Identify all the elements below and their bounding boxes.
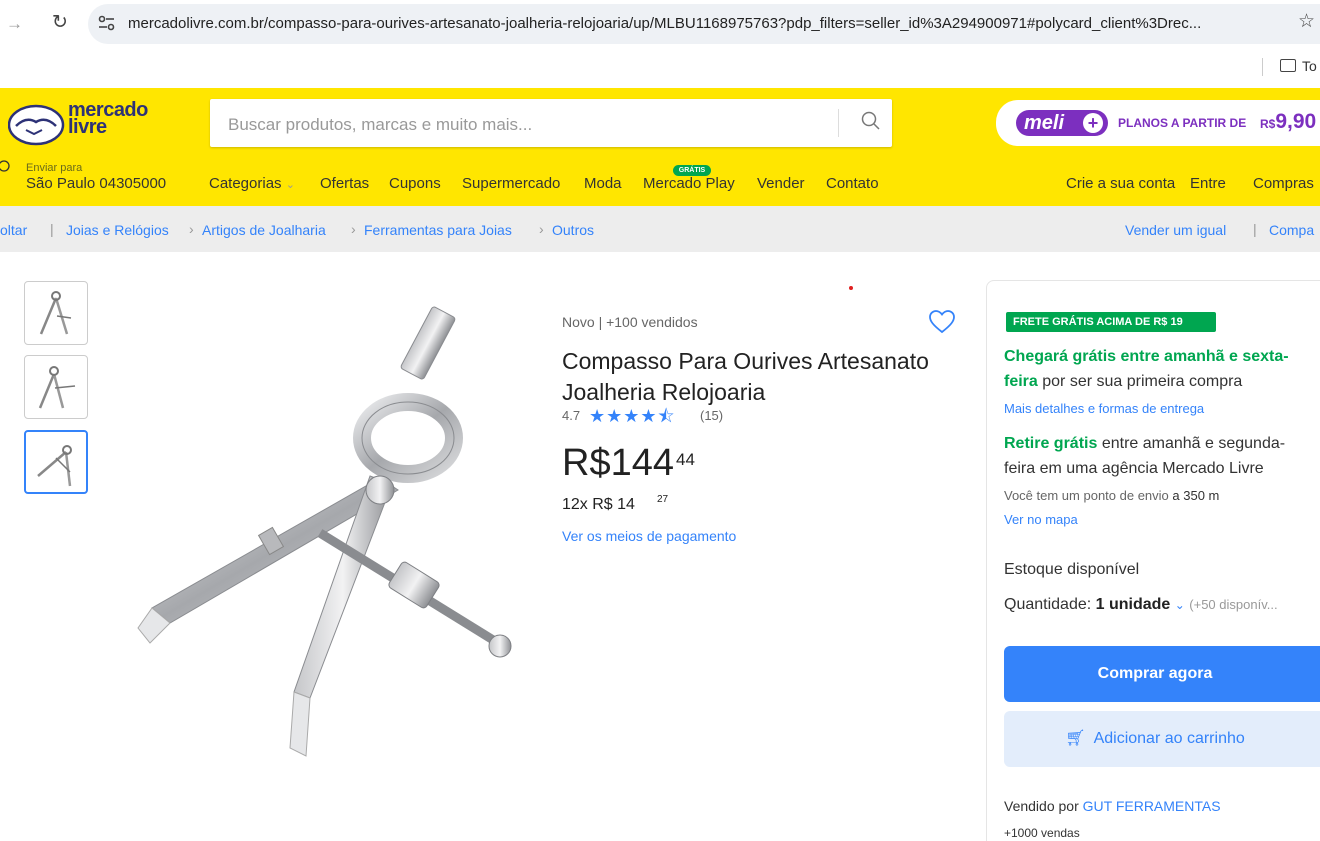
rating-value: 4.7 — [562, 408, 581, 423]
breadcrumb-item[interactable]: Artigos de Joalharia — [202, 222, 326, 238]
add-to-cart-button[interactable]: 🛒︎ Adicionar ao carrinho — [1004, 711, 1320, 767]
nav-moda[interactable]: Moda — [584, 175, 622, 192]
price-cents: 44 — [676, 450, 695, 469]
chevron-down-icon: ⌄ — [285, 179, 295, 191]
compass-thumbnail-image — [37, 445, 72, 487]
installment-cents: 27 — [657, 494, 669, 505]
rating-count[interactable]: (15) — [700, 408, 723, 423]
folder-icon[interactable] — [1280, 59, 1296, 72]
favorite-heart-icon[interactable] — [929, 310, 955, 334]
site-settings-icon[interactable] — [96, 14, 118, 32]
location-pin-icon[interactable] — [0, 160, 14, 176]
compass-thumbnail-image — [39, 291, 72, 335]
red-dot — [849, 286, 853, 290]
bookmark-star-icon[interactable]: ☆ — [1298, 10, 1315, 33]
cart-icon: 🛒︎ — [1065, 730, 1086, 747]
reload-icon[interactable]: ↻ — [52, 11, 68, 34]
nav-supermercado[interactable]: Supermercado — [462, 175, 560, 192]
product-main-image[interactable] — [130, 278, 530, 768]
stock-available: Estoque disponível — [1004, 561, 1140, 578]
quantity-selector[interactable]: Quantidade: 1 unidade ⌄ (+50 disponív... — [1004, 596, 1278, 614]
bookmarks-divider — [1262, 58, 1263, 76]
chevron-right-icon: › — [189, 221, 194, 237]
product-thumbnail[interactable] — [24, 281, 88, 345]
condition-sold-count: Novo | +100 vendidos — [562, 314, 698, 330]
plus-icon: + — [1083, 113, 1103, 133]
breadcrumb-item[interactable]: Joias e Relógios — [66, 222, 169, 238]
sell-similar-link[interactable]: Vender um igual — [1125, 222, 1226, 238]
arrival-line-2: feira por ser sua primeira compra — [1004, 373, 1243, 390]
pickup-line-1: Retire grátis entre amanhã e segunda- — [1004, 435, 1286, 452]
search-input[interactable] — [228, 112, 828, 138]
bookmark-folder-label[interactable]: To — [1302, 58, 1317, 74]
product-title: Compasso Para Ourives Artesanato Joalher… — [562, 348, 929, 405]
nav-cupons[interactable]: Cupons — [389, 175, 441, 192]
share-link[interactable]: Compa — [1269, 222, 1314, 238]
search-divider — [838, 109, 839, 137]
create-account-link[interactable]: Crie a sua conta — [1066, 175, 1175, 192]
free-shipping-badge: FRETE GRÁTIS ACIMA DE R$ 19 — [1006, 312, 1216, 332]
bookmarks-bar — [0, 48, 1320, 88]
nav-ofertas[interactable]: Ofertas — [320, 175, 369, 192]
pickup-line-2: feira em uma agência Mercado Livre — [1004, 460, 1264, 477]
breadcrumb-item[interactable]: Ferramentas para Joias — [364, 222, 512, 238]
logo-text[interactable]: mercado livre — [68, 100, 148, 137]
breadcrumb-divider: | — [50, 221, 54, 237]
price: R$144 — [562, 442, 674, 484]
forward-icon[interactable]: → — [6, 14, 23, 34]
product-thumbnail-selected[interactable] — [24, 430, 88, 494]
meli-plans-text: PLANOS A PARTIR DE — [1118, 116, 1247, 130]
breadcrumb-item[interactable]: Outros — [552, 222, 594, 238]
nav-vender[interactable]: Vender — [757, 175, 805, 192]
payment-methods-link[interactable]: Ver os meios de pagamento — [562, 528, 736, 544]
search-icon[interactable] — [860, 110, 882, 132]
url-text[interactable]: mercadolivre.com.br/compasso-para-ourive… — [128, 15, 1201, 32]
chevron-right-icon: › — [539, 221, 544, 237]
map-link[interactable]: Ver no mapa — [1004, 512, 1078, 527]
shipping-details-link[interactable]: Mais detalhes e formas de entrega — [1004, 401, 1204, 416]
nav-categorias[interactable]: Categorias ⌄ — [209, 175, 295, 192]
login-link[interactable]: Entre — [1190, 175, 1226, 192]
arrival-line-1: Chegará grátis entre amanhã e sexta- — [1004, 348, 1289, 365]
installments: 12x R$ 14 — [562, 496, 635, 513]
compass-thumbnail-image — [38, 366, 76, 409]
shipping-location-value[interactable]: São Paulo 04305000 — [26, 175, 166, 192]
breadcrumb — [0, 206, 1320, 252]
seller-sales-count: +1000 vendas — [1004, 826, 1080, 840]
rating-stars[interactable]: ★★★★⯪ — [589, 404, 676, 434]
chevron-down-icon: ⌄ — [1174, 598, 1185, 612]
seller-link[interactable]: GUT FERRAMENTAS — [1083, 798, 1221, 814]
back-link[interactable]: oltar — [0, 222, 27, 238]
nav-mercado-play[interactable]: Mercado Play — [643, 175, 735, 192]
pickup-point-distance: Você tem um ponto de envio a 350 m — [1004, 488, 1220, 503]
meli-price: R$9,90 — [1260, 110, 1317, 133]
shipping-location-label[interactable]: Enviar para — [26, 162, 82, 174]
nav-contato[interactable]: Contato — [826, 175, 879, 192]
product-thumbnail[interactable] — [24, 355, 88, 419]
chevron-right-icon: › — [351, 221, 356, 237]
purchases-link[interactable]: Compras — [1253, 175, 1314, 192]
sold-by: Vendido por GUT FERRAMENTAS — [1004, 798, 1221, 814]
buy-now-button[interactable]: Comprar agora — [1004, 646, 1320, 702]
breadcrumb-divider: | — [1253, 221, 1257, 237]
